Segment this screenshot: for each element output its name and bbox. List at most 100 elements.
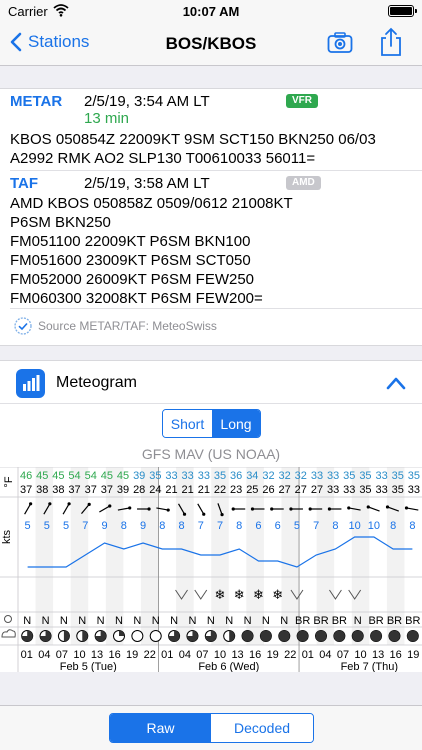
cloud-cover-fill <box>260 630 272 642</box>
visibility-value: N <box>207 615 215 627</box>
visibility-value: BR <box>405 615 420 627</box>
wind-arrow-head <box>48 502 52 506</box>
temp-high-value: 54 <box>85 470 97 482</box>
meteogram-panel: Short Long GFS MAV (US NOAA) °F kts 46 45 45… <box>0 404 422 672</box>
cloud-cover-symbol <box>131 630 144 642</box>
wind-arrow-head <box>308 507 312 511</box>
clock: 10:07 AM <box>182 4 240 19</box>
hour-label: 01 <box>21 649 33 661</box>
visibility-value: N <box>354 615 362 627</box>
share-icon[interactable] <box>380 27 402 57</box>
temp-low-value: 35 <box>359 484 371 496</box>
wind-speed-value: 6 <box>275 520 281 532</box>
hour-label: 13 <box>231 649 243 661</box>
wind-speed-value: 8 <box>121 520 127 532</box>
temp-low-value: 26 <box>262 484 274 496</box>
temp-high-value: 32 <box>295 470 307 482</box>
wind-speed-value: 6 <box>255 520 261 532</box>
wind-arrow-head <box>67 502 71 506</box>
wind-speed-value: 8 <box>236 520 242 532</box>
cloud-cover-fill <box>333 630 345 642</box>
hour-label: 07 <box>337 649 349 661</box>
hour-label: 10 <box>73 649 85 661</box>
chevron-up-icon[interactable] <box>386 376 406 390</box>
taf-text: AMD KBOS 050858Z 0509/0612 21008KT P6SM … <box>10 195 293 307</box>
temp-high-value: 46 <box>20 470 32 482</box>
decoded-button[interactable]: Decoded <box>211 714 313 742</box>
hour-label: 04 <box>38 649 50 661</box>
wind-arrow <box>62 503 70 515</box>
hour-label: 13 <box>91 649 103 661</box>
raw-button[interactable]: Raw <box>110 714 211 742</box>
wind-gust-icon <box>194 589 208 600</box>
meteogram-grid: °F kts 46 45 45 54 54 45 45 39 35 33 33 33 35 36 34 32 32 3… <box>0 467 422 672</box>
wind-arrow <box>197 503 205 515</box>
hour-label: 01 <box>302 649 314 661</box>
wind-arrow-head <box>147 507 151 511</box>
wind-arrow <box>406 507 419 511</box>
navigation-bar: Stations BOS/KBOS <box>0 22 422 66</box>
temp-low-value: 27 <box>295 484 307 496</box>
report-card: METAR 2/5/19, 3:54 AM LT 13 min VFR KBOS… <box>0 88 422 346</box>
visibility-value: N <box>262 615 270 627</box>
page-title: BOS/KBOS <box>165 34 257 53</box>
temp-low-value: 28 <box>133 484 145 496</box>
wind-speed-value: 7 <box>313 520 319 532</box>
wind-arrow-head <box>366 505 370 509</box>
temp-low-value: 37 <box>68 484 80 496</box>
temp-high-value: 35 <box>408 470 420 482</box>
wind-speed-value: 7 <box>198 520 204 532</box>
sun-icon <box>4 615 12 623</box>
temp-low-value: 37 <box>101 484 113 496</box>
temp-high-value: 33 <box>327 470 339 482</box>
visibility-value: N <box>23 615 31 627</box>
hour-label: 10 <box>354 649 366 661</box>
visibility-value: BR <box>387 615 402 627</box>
taf-label: TAF <box>10 175 39 192</box>
snow-icon: ❄ <box>234 588 245 603</box>
wind-speed-value: 5 <box>294 520 300 532</box>
temp-high-value: 35 <box>359 470 371 482</box>
hour-label: 19 <box>267 649 279 661</box>
visibility-value: N <box>244 615 252 627</box>
wind-speed-value: 8 <box>159 520 165 532</box>
temp-high-value: 36 <box>230 470 242 482</box>
wind-speed-value: 8 <box>332 520 338 532</box>
battery-icon <box>388 5 417 17</box>
visibility-value: N <box>97 615 105 627</box>
temp-high-value: 32 <box>262 470 274 482</box>
temp-low-value: 22 <box>214 484 226 496</box>
temp-low-value: 21 <box>182 484 194 496</box>
camera-icon[interactable] <box>327 31 353 55</box>
snow-icon: ❄ <box>215 588 226 603</box>
wind-arrow-head <box>347 506 351 510</box>
wind-speed-value: 9 <box>102 520 108 532</box>
wind-arrow-head <box>87 502 91 507</box>
long-range-button[interactable]: Long <box>212 410 260 437</box>
meteogram-header[interactable]: Meteogram <box>0 360 422 404</box>
taf-date: 2/5/19, 3:58 AM LT <box>84 175 210 192</box>
temp-high-value: 33 <box>311 470 323 482</box>
visibility-value: N <box>42 615 50 627</box>
temp-low-value: 33 <box>343 484 355 496</box>
cloud-cover-fill <box>242 630 254 642</box>
temp-low-value: 35 <box>392 484 404 496</box>
temp-high-value: 35 <box>392 470 404 482</box>
wind-arrow-head <box>289 507 293 511</box>
wind-speed-value: 5 <box>25 520 31 532</box>
visibility-value: N <box>225 615 233 627</box>
format-toggle: Raw Decoded <box>109 713 314 743</box>
hour-label: 13 <box>372 649 384 661</box>
temp-high-value: 45 <box>52 470 64 482</box>
temp-low-value: 33 <box>327 484 339 496</box>
visibility-value: N <box>280 615 288 627</box>
short-range-button[interactable]: Short <box>163 410 212 437</box>
metar-age: 13 min <box>84 110 130 127</box>
day-label: Feb 7 (Thu) <box>341 661 398 672</box>
hour-label: 07 <box>196 649 208 661</box>
visibility-value: N <box>152 615 160 627</box>
visibility-value: N <box>188 615 196 627</box>
temp-high-value: 33 <box>375 470 387 482</box>
temp-low-value: 27 <box>311 484 323 496</box>
hour-label: 01 <box>161 649 173 661</box>
